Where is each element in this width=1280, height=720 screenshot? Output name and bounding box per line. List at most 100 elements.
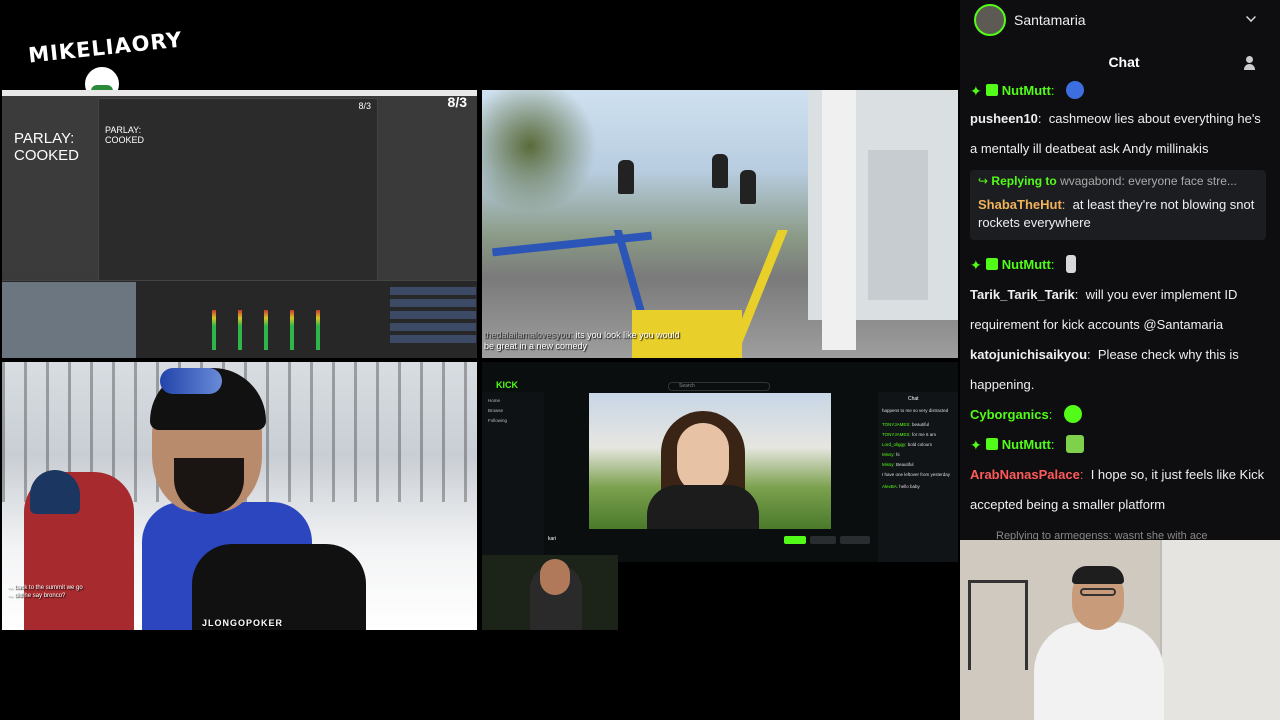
streamer-face [677,423,729,493]
chat-message: pusheen10: cashmeow lies about everythin… [970,111,1261,156]
obs-settings-button[interactable] [390,335,476,343]
kick-search-input[interactable]: Search [668,382,770,391]
obs-studio-mode-button[interactable] [390,323,476,331]
kick-follow-button[interactable] [784,536,806,544]
chat-message: Cyborganics: [970,400,1270,430]
streamer-coat [647,485,759,529]
chat-message: Tarik_Tarik_Tarik: will you ever impleme… [970,287,1238,332]
reply-arrow-icon: ↪ [978,174,989,188]
chat-title: Chat [1108,54,1140,70]
channel-avatar[interactable] [974,4,1006,36]
cheers-emote-icon [1066,435,1085,453]
chat-username[interactable]: Tarik_Tarik_Tarik [970,287,1075,302]
person-beanie [30,470,80,514]
kick-chat-line: TONYJAMES: beautiful [882,422,929,427]
kick-sidebar-home[interactable]: Home [488,398,500,403]
kick-subscribe-button[interactable] [840,536,870,544]
gift-badge-icon [985,438,998,450]
kick-chat-line: AlexBA: hello baby [882,484,920,489]
chat-message: ✦ NutMutt: [970,80,1270,106]
gift-badge-icon [985,258,998,270]
stream-watermark: JLONGOPOKER [202,618,284,628]
reply-header[interactable]: ↪ Replying to wvagabond: everyone face s… [978,174,1237,188]
sparkle-badge-icon: ✦ [970,83,982,99]
snow-chat-line: ... back to the summit we go [8,585,83,591]
chat-username[interactable]: ShabaTheHut [978,197,1062,212]
person [712,154,728,188]
pillar [822,90,856,350]
kick-sidebar-following[interactable]: Following [488,418,507,423]
person [618,160,634,194]
person [740,170,756,204]
chat-reply-message: ↪ Replying to wvagabond: everyone face s… [970,170,1266,240]
obs-score: 8/3 [447,94,467,110]
kick-chat-line: happens to me so very distracted [882,408,949,413]
green-blob-emote-icon [1064,405,1082,423]
kick-sidebar: Home Browse Following [482,392,544,562]
streamer-webcam[interactable] [960,540,1280,720]
gift-badge-icon [985,84,998,96]
chat-username[interactable]: NutMutt [1002,83,1051,98]
audio-meter [238,310,242,350]
chat-message: ArabNanasPalace: I hope so, it just feel… [970,467,1265,512]
obs-virtual-camera-button[interactable] [390,311,476,319]
obs-inner-parlay-text: PARLAY: COOKED [105,125,145,145]
obs-start-recording-button[interactable] [390,299,476,307]
stream-chat-caption: thedalailamalovesyou: its you look like … [484,330,680,352]
obs-screen-tile[interactable]: PARLAY: COOKED 8/3 PARLAY: COOKED 8/3 [2,90,477,358]
sparkle-badge-icon: ✦ [970,257,982,273]
chevron-down-icon[interactable] [1246,12,1256,22]
obs-start-streaming-button[interactable] [390,287,476,295]
kick-chat-line: TONYJAMES: for me 6 am [882,432,936,437]
building-door [868,150,928,300]
kick-logo[interactable]: KICK [496,380,518,390]
kick-browser-tile[interactable]: KICK Search Home Browse Following kari C… [482,362,958,562]
multistream-layout: MIKELIAORY PARLAY: COOKED 8/3 PARLAY: CO… [0,0,960,720]
irl-street-stream-tile[interactable]: thedalailamalovesyou: its you look like … [482,90,958,358]
kick-chat-line: Lord_oliggy: bold colours [882,442,933,447]
obs-inner-score: 8/3 [358,101,371,111]
audio-meter [290,310,294,350]
kick-chat-line: I have one leftover from yesterday [882,472,951,477]
can-emote-icon [1066,255,1077,273]
sparkle-badge-icon: ✦ [970,437,982,453]
glasses [1080,588,1116,596]
goggles [160,368,222,394]
shoe-shelf [1160,540,1280,720]
channel-name[interactable]: Santamaria [1014,12,1086,28]
snowboard-stream-tile[interactable]: ... back to the summit we go ... did he … [2,362,477,630]
blue-orb-emote-icon [1066,81,1085,99]
gym-rack [968,580,1028,670]
obs-webcam-feed [2,282,136,358]
kick-chat-header: Chat [908,396,919,402]
guest-face [540,559,570,595]
yellow-curb [726,230,788,358]
chat-username[interactable]: pusheen10 [970,111,1038,126]
chat-username[interactable]: Cyborganics [970,407,1049,422]
users-icon[interactable] [1244,56,1260,70]
chat-username[interactable]: ArabNanasPalace [970,467,1080,482]
chat-message: ✦ NutMutt: [970,250,1270,280]
snow-chat-line: ... did he say bronco? [8,593,66,599]
chat-message: ✦ NutMutt: [970,430,1270,460]
kick-gift-button[interactable] [810,536,836,544]
chat-username[interactable]: katojunichisaikyou [970,347,1087,362]
kick-chat-column: Chat happens to me so very distracted TO… [878,392,958,562]
kick-video-player[interactable] [589,393,831,529]
chat-username[interactable]: NutMutt [1002,437,1051,452]
chat-messages: ✦ NutMutt: pusheen10: cashmeow lies about… [960,80,1280,540]
kick-chat-line: Missy: hi [882,452,900,457]
chat-username[interactable]: NutMutt [1002,257,1051,272]
chat-channel-header[interactable]: Santamaria [960,0,1280,40]
guest-webcam-tile[interactable] [482,555,618,630]
audio-meter [212,310,216,350]
audio-meter [316,310,320,350]
kick-sidebar-browse[interactable]: Browse [488,408,503,413]
logo-text: MIKELIAORY [27,27,184,68]
kick-chat-line: Missy: Beautiful [882,462,914,467]
caption-username: thedalailamalovesyou: [484,330,574,340]
snow-chat-overlay: ... back to the summit we go ... did he … [8,584,83,600]
kick-stream-title: kari [548,536,557,542]
audio-meter [264,310,268,350]
reply-body: ShabaTheHut: at least they're not blowin… [978,197,1255,230]
